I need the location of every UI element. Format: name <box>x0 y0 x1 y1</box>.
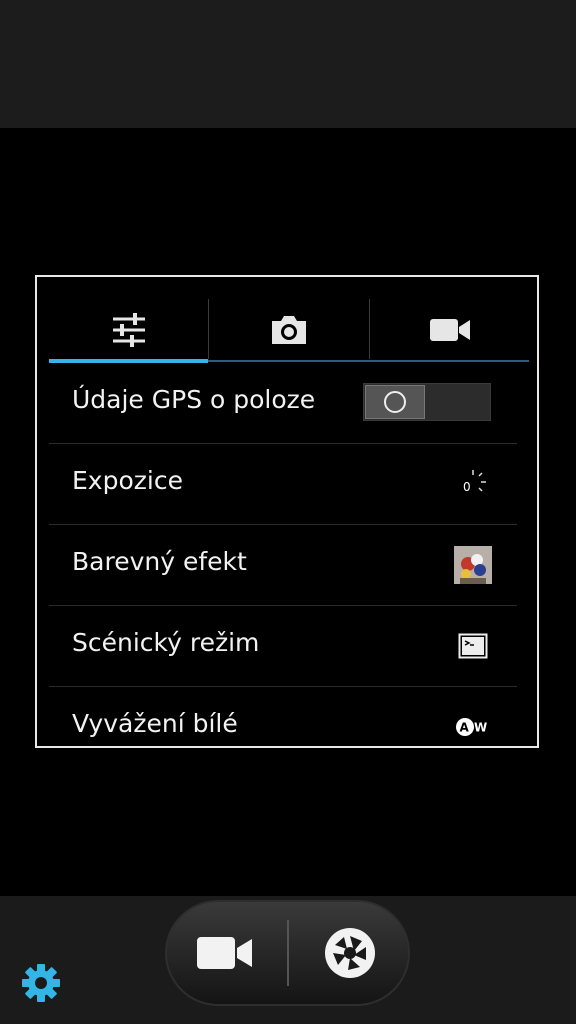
color-effect-thumbnail <box>453 545 493 585</box>
tab-general-settings[interactable] <box>49 297 209 363</box>
setting-label: Expozice <box>72 466 183 495</box>
setting-scene-mode[interactable]: Scénický režim <box>49 606 517 687</box>
video-record-button[interactable] <box>175 912 275 994</box>
setting-label: Scénický režim <box>72 628 260 657</box>
setting-color-effect[interactable]: Barevný efekt <box>49 525 517 606</box>
toggle-thumb <box>365 385 425 419</box>
gear-icon <box>22 964 60 1002</box>
svg-text:0: 0 <box>463 480 471 494</box>
tab-video-settings[interactable] <box>370 297 530 363</box>
status-bar-area <box>0 0 576 128</box>
video-camera-icon <box>430 319 470 341</box>
setting-label: Barevný efekt <box>72 547 247 576</box>
camera-icon <box>272 316 306 344</box>
toggle-off-icon <box>384 391 406 413</box>
setting-exposure[interactable]: Expozice 0 <box>49 444 517 525</box>
setting-label: Údaje GPS o poloze <box>72 385 316 414</box>
video-camera-icon <box>197 937 252 969</box>
svg-text:A: A <box>460 721 470 735</box>
setting-gps-location[interactable]: Údaje GPS o poloze <box>49 363 517 444</box>
settings-button[interactable] <box>20 962 62 1004</box>
settings-tabs <box>49 297 529 363</box>
svg-text:W: W <box>474 721 487 735</box>
shutter-icon <box>325 928 375 978</box>
setting-white-balance[interactable]: Vyvážení bílé A W <box>49 687 517 746</box>
white-balance-auto-icon: A W <box>453 707 493 746</box>
tab-photo-settings[interactable] <box>209 297 369 363</box>
setting-label: Vyvážení bílé <box>72 709 238 738</box>
sliders-icon <box>113 313 145 347</box>
exposure-icon: 0 <box>453 464 493 504</box>
shutter-button[interactable] <box>300 912 400 994</box>
scene-mode-icon <box>453 626 493 666</box>
gps-toggle[interactable] <box>363 383 491 421</box>
settings-list: Údaje GPS o poloze Expozice 0 Barevný ef… <box>49 363 517 746</box>
settings-panel: Údaje GPS o poloze Expozice 0 Barevný ef… <box>35 275 539 748</box>
capture-controls-divider <box>287 920 289 986</box>
